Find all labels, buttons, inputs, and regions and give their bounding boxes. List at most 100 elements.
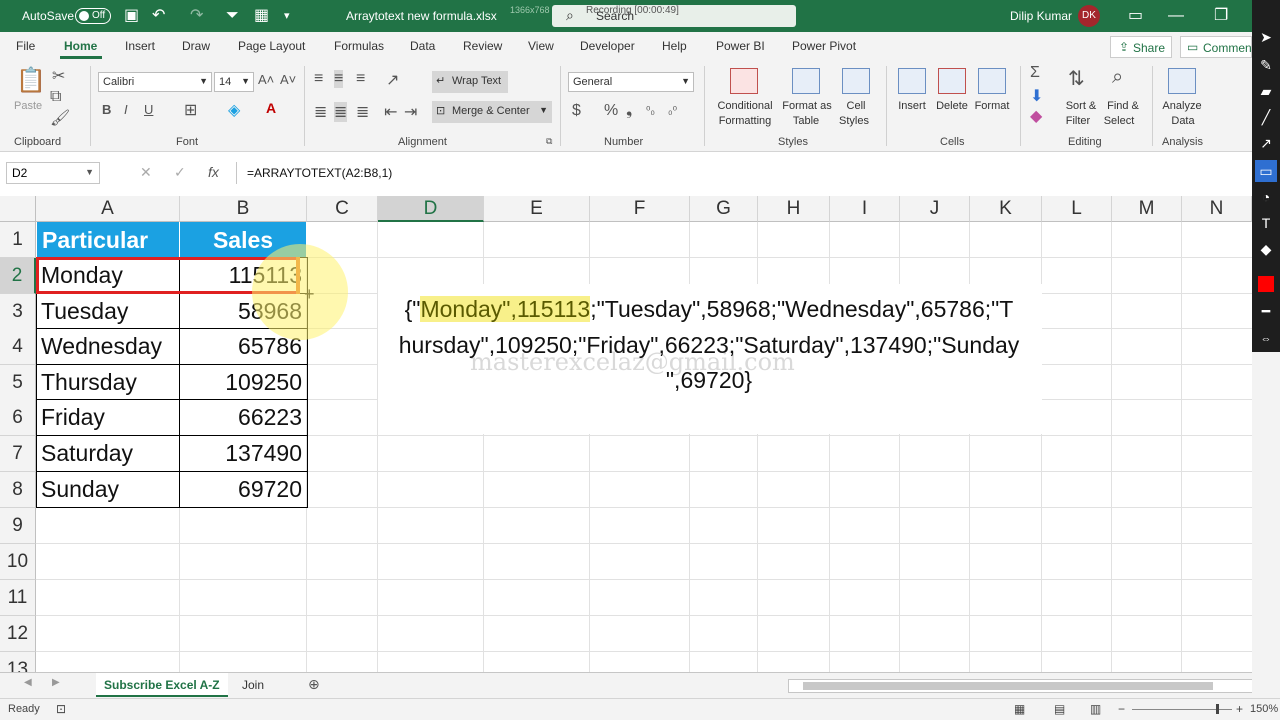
sort-filter-label-2[interactable]: Filter (1062, 115, 1094, 127)
previous-sheet-icon[interactable]: ◀ (24, 677, 32, 688)
sheet-tab-join[interactable]: Join (234, 673, 272, 697)
column-header-m[interactable]: M (1112, 196, 1182, 222)
fill-color-icon[interactable]: ◈ (228, 100, 240, 120)
tab-power-pivot[interactable]: Power Pivot (792, 39, 856, 53)
decrease-font-icon[interactable]: A˅ (280, 72, 296, 87)
row-header-10[interactable]: 10 (0, 544, 36, 580)
format-label[interactable]: Format (972, 100, 1012, 112)
increase-decimal-icon[interactable]: ⁰₀ (646, 104, 655, 117)
cancel-icon[interactable]: ✕ (140, 164, 152, 181)
tab-data[interactable]: Data (410, 39, 435, 53)
autosum-icon[interactable]: Σ (1030, 64, 1040, 82)
row-header-5[interactable]: 5 (0, 365, 36, 401)
column-header-k[interactable]: K (970, 196, 1042, 222)
table-cell[interactable]: 58968 (180, 294, 307, 329)
cell-styles-icon[interactable] (842, 68, 870, 94)
sort-filter-label[interactable]: Sort & (1064, 100, 1098, 112)
insert-cells-icon[interactable] (898, 68, 926, 94)
worksheet-grid[interactable]: A B C D E F G H I J K L M N 1 2 3 4 5 6 … (0, 196, 1252, 672)
decrease-indent-icon[interactable]: ⇤ (384, 102, 397, 122)
enter-icon[interactable]: ✓ (174, 164, 186, 181)
wrap-text-button[interactable]: ↵ Wrap Text (432, 71, 508, 93)
align-top-icon[interactable]: ≡ (314, 70, 323, 88)
column-header-i[interactable]: I (830, 196, 900, 222)
row-header-8[interactable]: 8 (0, 472, 36, 508)
align-middle-icon[interactable]: ≡ (334, 70, 344, 88)
sort-filter-icon[interactable]: ⇅ (1068, 66, 1085, 91)
increase-indent-icon[interactable]: ⇥ (404, 102, 417, 122)
zoom-out-icon[interactable]: − (1118, 702, 1125, 716)
tab-formulas[interactable]: Formulas (334, 39, 384, 53)
line-tool-icon[interactable]: ╱ (1255, 106, 1277, 128)
next-sheet-icon[interactable]: ▶ (52, 677, 60, 688)
column-header-j[interactable]: J (900, 196, 970, 222)
share-button[interactable]: ⇪ Share (1110, 36, 1172, 58)
tab-insert[interactable]: Insert (125, 39, 155, 53)
column-header-a[interactable]: A (36, 196, 180, 222)
formula-input[interactable]: =ARRAYTOTEXT(A2:B8,1) (236, 162, 1252, 184)
undo-icon[interactable]: ↶ (152, 7, 165, 25)
select-all-button[interactable] (0, 196, 36, 222)
dialog-launcher-icon[interactable]: ⧉ (546, 136, 552, 147)
normal-view-icon[interactable]: ▦ (1014, 702, 1025, 716)
analyze-data-label[interactable]: Analyze (1160, 100, 1204, 112)
row-header-4[interactable]: 4 (0, 329, 36, 365)
table-cell[interactable]: Sunday (36, 472, 180, 507)
column-header-c[interactable]: C (307, 196, 378, 222)
sheet-tab-subscribe[interactable]: Subscribe Excel A-Z (96, 673, 228, 697)
tab-page-layout[interactable]: Page Layout (238, 39, 305, 53)
find-select-label[interactable]: Find & (1104, 100, 1142, 112)
format-painter-icon[interactable]: 🖌 (50, 108, 70, 128)
column-header-l[interactable]: L (1042, 196, 1112, 222)
zoom-slider-thumb[interactable] (1216, 704, 1219, 714)
merge-center-button[interactable]: ⊡ Merge & Center ▼ (432, 101, 552, 123)
underline-icon[interactable]: U (144, 102, 153, 117)
autosave-toggle[interactable]: Off (75, 8, 111, 24)
delete-label[interactable]: Delete (934, 100, 970, 112)
rectangle-tool-icon[interactable]: ▭ (1255, 160, 1277, 182)
text-tool-icon[interactable]: T (1255, 212, 1277, 234)
table-cell[interactable]: 137490 (180, 436, 307, 471)
save-icon[interactable]: ▣ (124, 7, 139, 25)
paste-label[interactable]: Paste (14, 100, 42, 112)
row-header-13[interactable]: 13 (0, 652, 36, 672)
column-header-g[interactable]: G (690, 196, 758, 222)
horizontal-scrollbar[interactable] (788, 679, 1264, 693)
font-name-select[interactable]: Calibri ▼ (98, 72, 212, 92)
insert-label[interactable]: Insert (896, 100, 928, 112)
align-left-icon[interactable]: ≣ (314, 102, 327, 122)
add-sheet-icon[interactable]: ⊕ (308, 676, 320, 693)
paste-icon[interactable]: 📋 (16, 66, 46, 95)
increase-font-icon[interactable]: A˄ (258, 72, 274, 87)
table-cell[interactable]: Tuesday (36, 294, 180, 329)
clear-icon[interactable]: ◆ (1030, 106, 1042, 126)
tab-file[interactable]: File (16, 39, 35, 53)
tab-home[interactable]: Home (64, 39, 97, 53)
insert-function-icon[interactable]: fx (208, 164, 219, 180)
collapse-toolbar-icon[interactable]: ⇔ (1255, 328, 1277, 350)
column-header-d[interactable]: D (378, 196, 484, 222)
row-header-3[interactable]: 3 (0, 294, 36, 330)
format-cells-icon[interactable] (978, 68, 1006, 94)
conditional-formatting-label[interactable]: Conditional (714, 100, 776, 112)
table-cell[interactable]: Monday (36, 258, 180, 293)
column-header-e[interactable]: E (484, 196, 590, 222)
minimize-icon[interactable]: — (1168, 7, 1184, 25)
font-size-select[interactable]: 14 ▼ (214, 72, 254, 92)
row-header-7[interactable]: 7 (0, 436, 36, 472)
table-cell[interactable]: 66223 (180, 400, 307, 435)
macro-record-icon[interactable]: ⊡ (56, 702, 66, 716)
table-cell[interactable]: Saturday (36, 436, 180, 471)
pen-tool-icon[interactable]: ✎ (1255, 54, 1277, 76)
table-cell[interactable]: 69720 (180, 472, 307, 507)
qat-dropdown-icon[interactable]: ▾ (284, 7, 290, 25)
cut-icon[interactable]: ✂ (52, 66, 65, 86)
page-layout-view-icon[interactable]: ▤ (1054, 702, 1065, 716)
bold-icon[interactable]: B (102, 102, 111, 117)
analyze-data-label-2[interactable]: Data (1168, 115, 1198, 127)
name-box[interactable]: D2 ▼ (6, 162, 100, 184)
tab-help[interactable]: Help (662, 39, 687, 53)
form-icon[interactable]: ▦ (254, 7, 269, 25)
format-as-table-label[interactable]: Format as (782, 100, 832, 112)
cell-styles-label[interactable]: Cell (842, 100, 870, 112)
